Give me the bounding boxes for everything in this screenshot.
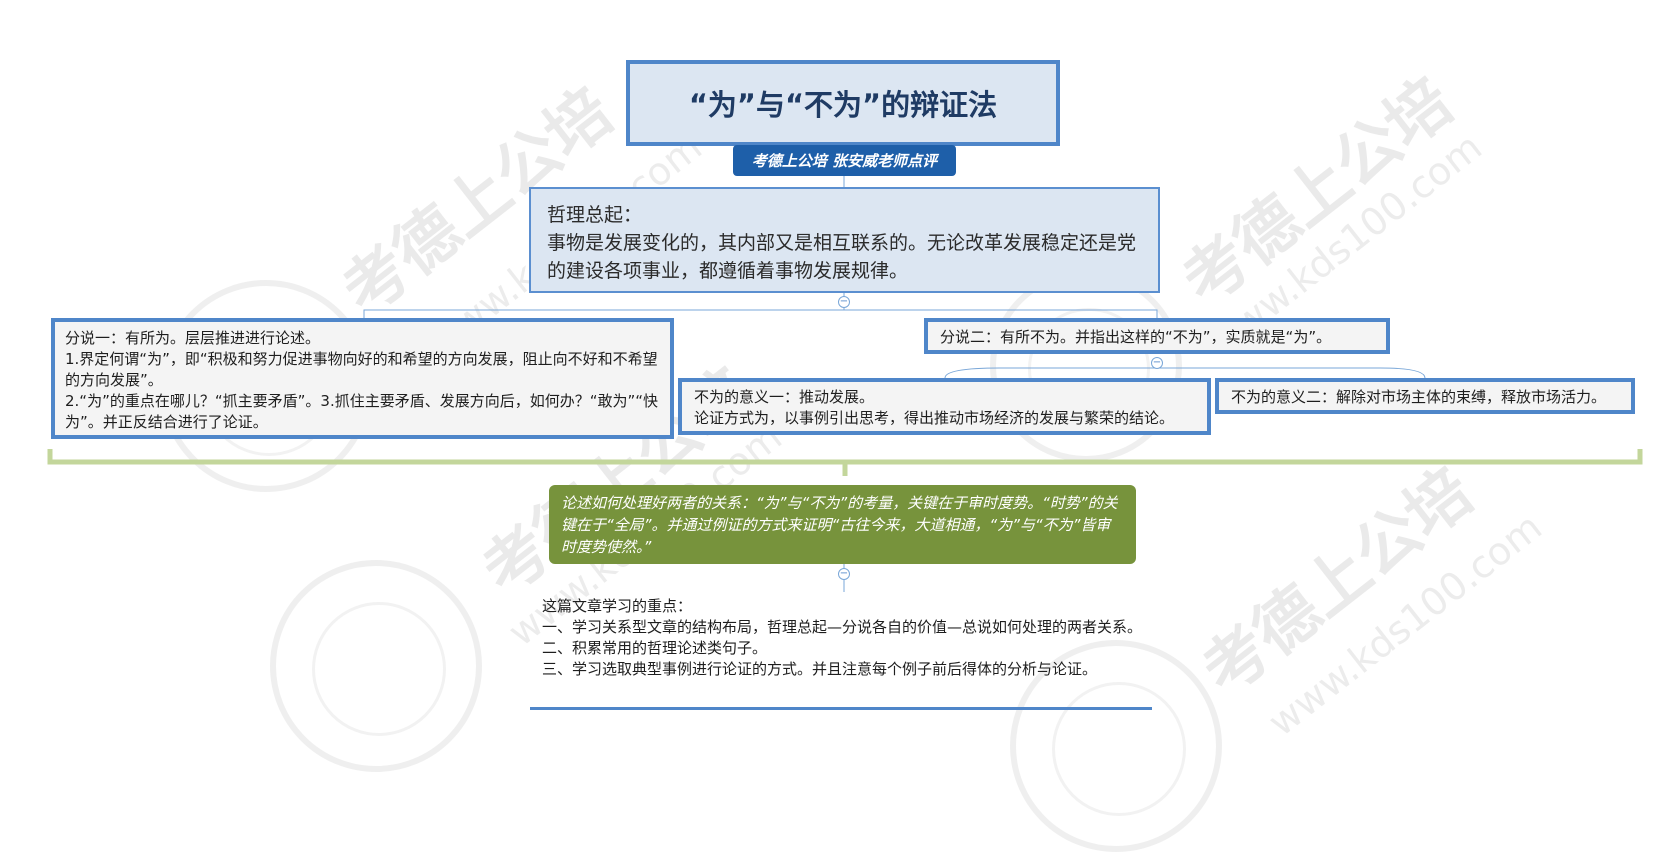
author-badge: 考德上公培 张安威老师点评 [733,145,956,176]
summary-heading: 这篇文章学习的重点： [542,597,693,615]
summary-item: 一、学习关系型文章的结构布局，哲理总起—分说各自的价值—总说如何处理的两者关系。 [542,618,1143,636]
root-node[interactable]: 哲理总起： 事物是发展变化的，其内部又是相互联系的。无论改革发展稳定还是党的建设… [529,187,1160,293]
summary-item: 二、积累常用的哲理论述类句子。 [542,639,768,657]
child-2-line1: 不为的意义二：解除对市场主体的束缚，释放市场活力。 [1231,388,1607,406]
branch-right-child-1[interactable]: 不为的意义一：推动发展。 论证方式为，以事例引出思考，得出推动市场经济的发展与繁… [678,378,1211,435]
child-1-line1: 不为的意义一：推动发展。 [694,388,875,406]
collapse-toggle-right[interactable]: − [1151,357,1163,369]
branch-right-text: 分说二：有所不为。并指出这样的“不为”，实质就是“为”。 [940,328,1332,346]
title-node[interactable]: “为”与“不为”的辩证法 [626,60,1060,146]
branch-left-line: 2.“为”的重点在哪儿？“抓主要矛盾”。3.抓住主要矛盾、发展方向后，如何办？“… [65,392,659,431]
branch-left-node[interactable]: 分说一：有所为。层层推进进行论述。 1.界定何谓“为”，即“积极和努力促进事物向… [51,318,674,439]
group-bracket [47,449,1643,465]
collapse-toggle-root[interactable]: − [838,296,850,308]
connector-right-children [944,357,1426,379]
summary-node[interactable]: 这篇文章学习的重点： 一、学习关系型文章的结构布局，哲理总起—分说各自的价值—总… [542,596,1152,710]
branch-left-line: 分说一：有所为。层层推进进行论述。 [65,329,321,347]
conclusion-node[interactable]: 论述如何处理好两者的关系：“为”与“不为”的考量，关键在于审时度势。“时势”的关… [549,485,1136,564]
page-title: “为”与“不为”的辩证法 [688,88,998,122]
branch-left-line: 1.界定何谓“为”，即“积极和努力促进事物向好的和希望的方向发展，阻止向不好和不… [65,350,658,389]
branch-right-node[interactable]: 分说二：有所不为。并指出这样的“不为”，实质就是“为”。 [924,318,1390,354]
root-text: 事物是发展变化的，其内部又是相互联系的。无论改革发展稳定还是党的建设各项事业，都… [547,232,1137,282]
conclusion-text: 论述如何处理好两者的关系：“为”与“不为”的考量，关键在于审时度势。“时势”的关… [561,494,1118,556]
root-heading: 哲理总起： [547,204,643,226]
branch-right-child-2[interactable]: 不为的意义二：解除对市场主体的束缚，释放市场活力。 [1215,378,1635,414]
connector-root-branches [363,309,1158,318]
summary-underline [530,707,1152,710]
child-1-line2: 论证方式为，以事例引出思考，得出推动市场经济的发展与繁荣的结论。 [694,409,1175,427]
collapse-toggle-conclusion[interactable]: − [838,568,850,580]
summary-item: 三、学习选取典型事例进行论证的方式。并且注意每个例子前后得体的分析与论证。 [542,660,1098,678]
